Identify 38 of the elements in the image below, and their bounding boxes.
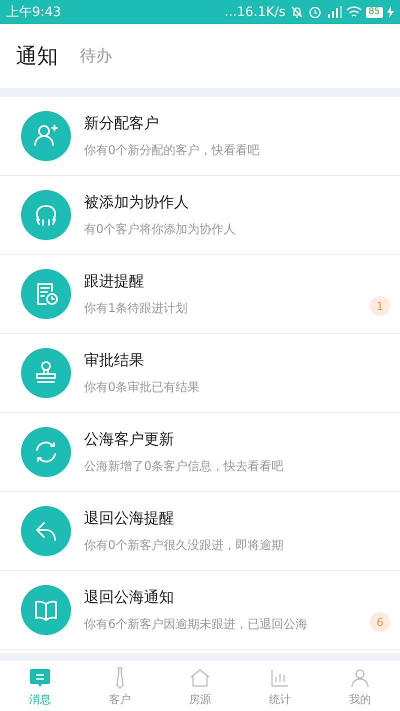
notification-title: 退回公海通知	[84, 588, 175, 606]
schedule-icon	[21, 269, 71, 319]
notification-title: 退回公海提醒	[84, 508, 175, 528]
notification-text: 公海新增了0条客户信息，快去看看吧	[84, 458, 285, 474]
notification-text: 你有6个新客户因逾期未跟进，已退回公海	[84, 616, 309, 632]
person-add-icon	[21, 111, 71, 161]
notification-title: 公海客户更新	[84, 430, 175, 448]
notification-title: 审批结果	[84, 350, 145, 370]
notification-item[interactable]: 被添加为协作人 有0个客户将你添加为协作人	[0, 176, 400, 255]
tab[interactable]: 通知	[16, 42, 58, 70]
notification-item[interactable]: 跟进提醒 你有1条待跟进计划 1	[0, 255, 400, 334]
wifi-icon	[346, 5, 362, 19]
signal-icon	[326, 5, 342, 19]
count-badge: 6	[370, 612, 390, 632]
notification-item[interactable]: 退回公海提醒 你有0个新客户很久没跟进，即将逾期	[0, 492, 400, 571]
status-time: 上午9:43	[6, 4, 62, 21]
notification-text: 你有1条待跟进计划	[84, 300, 189, 316]
battery-level: 85	[366, 6, 383, 18]
notification-text: 你有0条审批已有结果	[84, 378, 201, 396]
notification-item[interactable]: 退回公海通知 你有6个新客户因逾期未跟进，已退回公海 6	[0, 571, 400, 650]
notification-title: 跟进提醒	[84, 272, 145, 290]
notification-text: 有0个客户将你添加为协作人	[84, 220, 237, 238]
notification-item[interactable]: 公海客户更新 公海新增了0条客户信息，快去看看吧	[0, 413, 400, 492]
bell-off-icon	[290, 5, 304, 19]
stamp-icon	[21, 348, 71, 398]
book-icon	[21, 585, 71, 635]
notification-title: 被添加为协作人	[84, 192, 190, 212]
notification-text: 你有0个新分配的客户，快看看吧	[84, 142, 261, 158]
count-badge: 1	[370, 296, 390, 316]
notification-item[interactable]: 审批结果 你有0条审批已有结果	[0, 334, 400, 413]
charging-icon	[387, 6, 394, 18]
notification-text: 你有0个新客户很久没跟进，即将逾期	[84, 536, 285, 554]
notification-item[interactable]: 新分配客户 你有0个新分配的客户，快看看吧	[0, 97, 400, 176]
reply-icon	[21, 506, 71, 556]
alarm-icon	[308, 5, 322, 19]
refresh-icon	[21, 427, 71, 477]
notification-title: 新分配客户	[84, 114, 160, 132]
network-speed: ...16.1K/s	[224, 4, 286, 20]
